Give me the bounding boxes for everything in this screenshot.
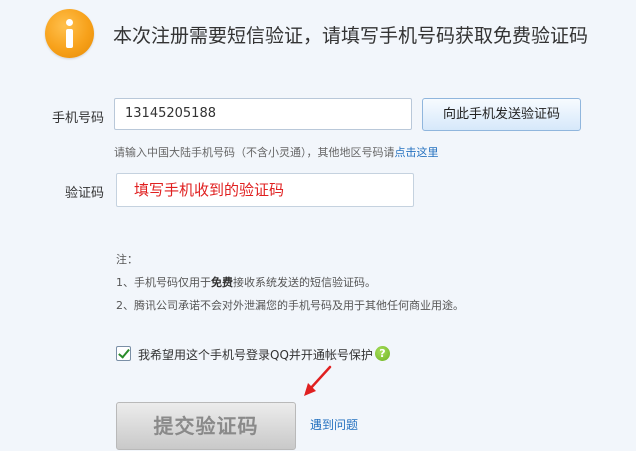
code-label: 验证码 — [64, 186, 104, 201]
send-code-button[interactable]: 向此手机发送验证码 — [422, 98, 581, 131]
notes: 注： 1、手机号码仅用于免费接收系统发送的短信验证码。 2、腾讯公司承诺不会对外… — [116, 248, 464, 317]
login-protect-label[interactable]: 我希望用这个手机号登录QQ并开通帐号保护 — [138, 346, 373, 363]
notes-line-1: 1、手机号码仅用于免费接收系统发送的短信验证码。 — [116, 276, 376, 289]
checkmark-icon — [118, 346, 130, 359]
notes-line-2: 2、腾讯公司承诺不会对外泄漏您的手机号码及用于其他任何商业用途。 — [116, 299, 464, 312]
click-here-link[interactable]: 点击这里 — [395, 146, 439, 159]
phone-hint-text: 请输入中国大陆手机号码（不含小灵通），其他地区号码请 — [114, 146, 395, 159]
notes-title: 注： — [116, 253, 138, 266]
question-icon[interactable]: ? — [375, 346, 390, 361]
red-arrow-icon — [304, 365, 332, 396]
info-icon — [45, 9, 94, 58]
phone-label: 手机号码 — [51, 111, 104, 126]
code-input[interactable]: 填写手机收到的验证码 — [116, 173, 414, 207]
page-title: 本次注册需要短信验证，请填写手机号码获取免费验证码 — [113, 25, 589, 47]
phone-input[interactable]: 13145205188 — [114, 98, 412, 130]
submit-code-button[interactable]: 提交验证码 — [116, 402, 296, 450]
problem-link[interactable]: 遇到问题 — [310, 416, 358, 433]
login-protect-checkbox[interactable] — [116, 346, 131, 361]
phone-hint: 请输入中国大陆手机号码（不含小灵通），其他地区号码请点击这里 — [114, 144, 439, 160]
